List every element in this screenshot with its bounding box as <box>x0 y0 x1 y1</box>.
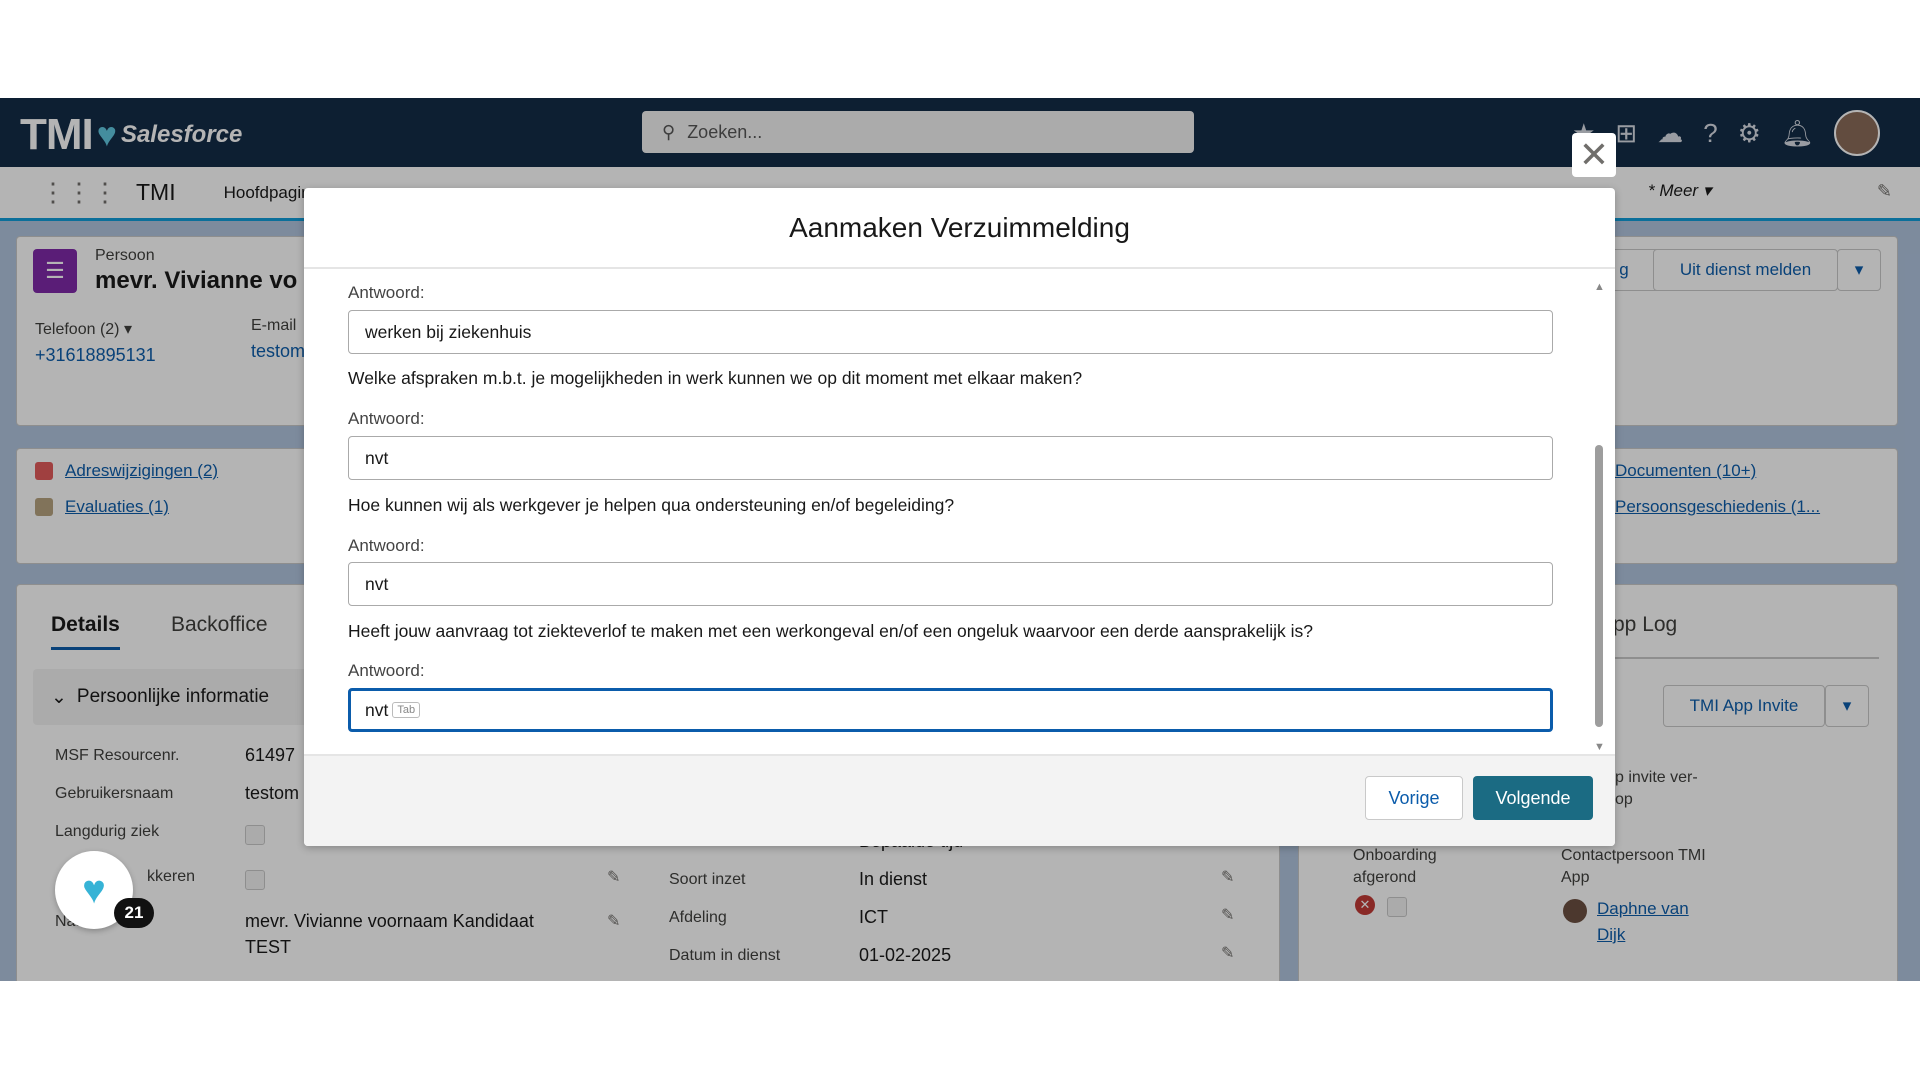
modal-close-button[interactable]: ✕ <box>1572 133 1616 177</box>
answer-value: nvt <box>365 447 389 468</box>
answer-input-3[interactable]: nvt <box>348 562 1553 606</box>
close-icon: ✕ <box>1578 134 1610 175</box>
modal-title: Aanmaken Verzuimmelding <box>789 211 1130 243</box>
scroll-down-arrow-icon[interactable]: ▼ <box>1594 741 1605 753</box>
answer-label: Antwoord: <box>348 661 425 680</box>
answer-value: nvt <box>365 573 389 594</box>
scroll-up-arrow-icon[interactable]: ▲ <box>1594 281 1605 293</box>
previous-button[interactable]: Vorige <box>1365 776 1463 820</box>
previous-button-label: Vorige <box>1388 787 1440 808</box>
answer-input-1[interactable]: werken bij ziekenhuis <box>348 310 1553 354</box>
scrollbar-thumb[interactable] <box>1595 445 1603 727</box>
modal-footer: Vorige Volgende <box>304 754 1615 846</box>
fab-badge: 21 <box>114 898 154 928</box>
answer-label: Antwoord: <box>348 409 425 428</box>
question-4: Heeft jouw aanvraag tot ziekteverlof te … <box>348 621 1314 641</box>
answer-label: Antwoord: <box>348 536 425 555</box>
next-button[interactable]: Volgende <box>1473 776 1593 820</box>
answer-value: werken bij ziekenhuis <box>365 321 532 342</box>
fab-badge-count: 21 <box>124 903 144 922</box>
answer-input-4[interactable]: nvt Tab <box>348 688 1553 732</box>
modal-body: Antwoord: werken bij ziekenhuis Welke af… <box>304 269 1615 754</box>
question-2: Welke afspraken m.b.t. je mogelijkheden … <box>348 368 1083 388</box>
answer-input-2[interactable]: nvt <box>348 436 1553 480</box>
next-button-label: Volgende <box>1495 787 1571 808</box>
verzuimmelding-modal: Aanmaken Verzuimmelding Antwoord: werken… <box>304 188 1615 846</box>
answer-value: nvt <box>365 699 389 720</box>
answer-label: Antwoord: <box>348 283 425 302</box>
question-3: Hoe kunnen wij als werkgever je helpen q… <box>348 495 955 515</box>
modal-header: Aanmaken Verzuimmelding <box>304 188 1615 269</box>
modal-scrollbar[interactable]: ▲ ▼ <box>1593 281 1605 753</box>
heart-plus-icon: ♥ <box>82 867 106 912</box>
tab-autocomplete-hint: Tab <box>392 702 421 718</box>
